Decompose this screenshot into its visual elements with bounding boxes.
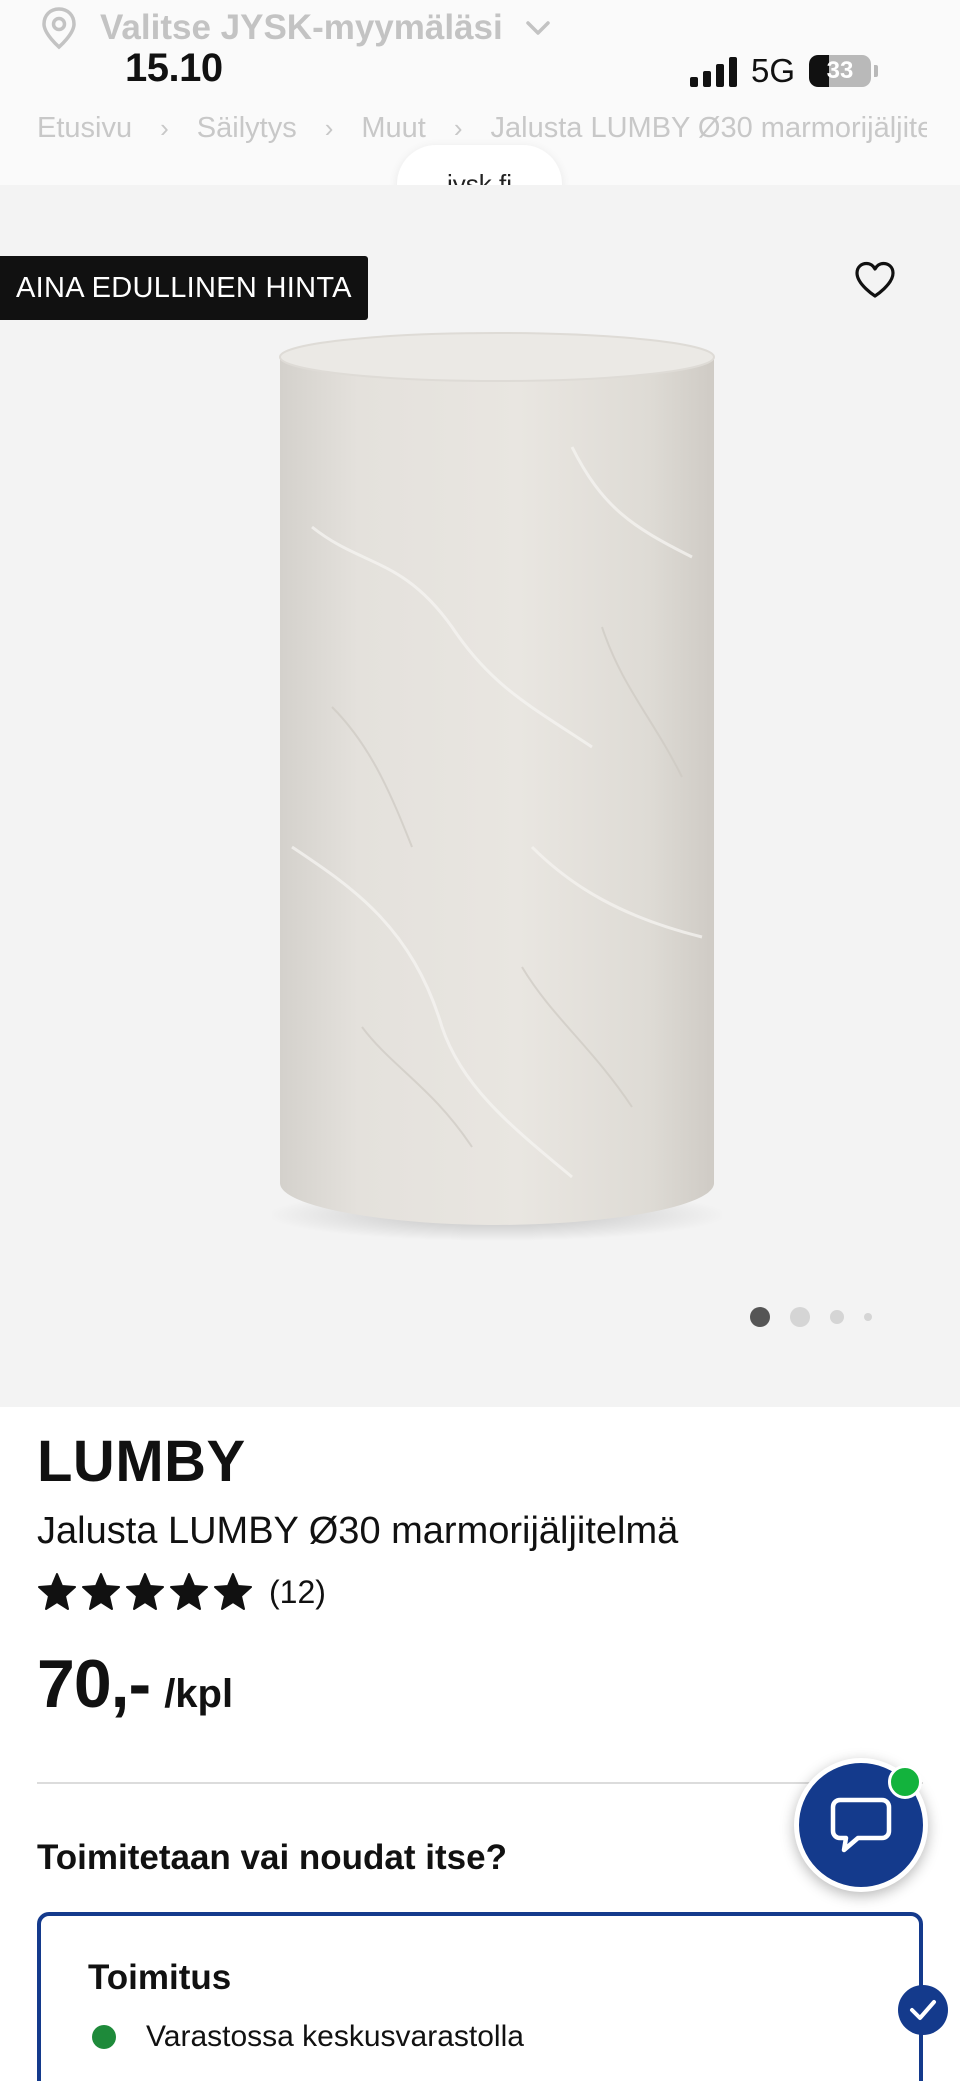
product-price: 70,- /kpl — [37, 1645, 233, 1723]
product-name: Jalusta LUMBY Ø30 marmorijäljitelmä — [37, 1510, 679, 1552]
breadcrumb-other[interactable]: Muut — [361, 112, 425, 145]
price-badge: AINA EDULLINEN HINTA — [0, 256, 368, 320]
cellular-signal-icon — [689, 55, 737, 87]
gallery-pagination — [750, 1307, 872, 1327]
price-unit: /kpl — [164, 1672, 234, 1716]
product-brand: LUMBY — [37, 1429, 246, 1494]
product-image — [272, 332, 722, 1241]
chat-button[interactable] — [794, 1758, 928, 1892]
chevron-right-icon: › — [160, 113, 169, 143]
rating-count: (12) — [269, 1573, 326, 1610]
heart-icon — [855, 261, 895, 298]
star-icon — [82, 1573, 120, 1610]
breadcrumb: Etusivu › Säilytys › Muut › Jalusta LUMB… — [37, 112, 927, 145]
product-rating[interactable]: (12) — [37, 1572, 326, 1612]
selected-check-icon — [898, 1985, 948, 2035]
chat-bubble-icon — [830, 1797, 892, 1853]
breadcrumb-current: Jalusta LUMBY Ø30 marmorijäljitelmä — [490, 112, 927, 144]
store-selector[interactable]: Valitse JYSK-myymäläsi — [40, 4, 551, 52]
stock-status-text: Varastossa keskusvarastolla — [146, 2020, 524, 2053]
battery-level: 33 — [826, 57, 854, 84]
gallery-dot[interactable] — [830, 1310, 844, 1324]
delivery-option-title: Toimitus — [88, 1958, 232, 1997]
star-icon — [38, 1573, 76, 1610]
section-divider — [37, 1782, 923, 1784]
gallery-dot[interactable] — [864, 1313, 872, 1321]
star-icon — [214, 1573, 252, 1610]
status-time: 15.10 — [125, 46, 223, 90]
stock-status: Varastossa keskusvarastolla — [92, 2020, 524, 2054]
star-icon — [126, 1573, 164, 1610]
location-pin-icon — [42, 7, 76, 50]
chevron-right-icon: › — [324, 113, 334, 143]
store-selector-label: Valitse JYSK-myymäläsi — [100, 8, 503, 47]
star-icon — [170, 1573, 208, 1610]
in-stock-indicator-icon — [92, 2025, 116, 2049]
delivery-section-title: Toimitetaan vai noudat itse? — [37, 1838, 507, 1877]
gallery-dot-active[interactable] — [750, 1307, 770, 1327]
chevron-right-icon: › — [453, 113, 463, 143]
price-value: 70,- — [37, 1646, 151, 1722]
rating-stars — [37, 1572, 253, 1612]
battery-icon: 33 — [809, 55, 878, 87]
chevron-down-icon — [526, 21, 550, 35]
status-indicators: 5G 33 — [689, 52, 878, 90]
breadcrumb-home[interactable]: Etusivu — [37, 112, 132, 145]
online-indicator — [888, 1765, 922, 1799]
gallery-dot[interactable] — [790, 1307, 810, 1327]
product-gallery[interactable]: AINA EDULLINEN HINTA — [0, 185, 960, 1407]
breadcrumb-storage[interactable]: Säilytys — [197, 112, 297, 145]
favorite-button[interactable] — [850, 257, 900, 303]
network-type: 5G — [750, 52, 795, 89]
